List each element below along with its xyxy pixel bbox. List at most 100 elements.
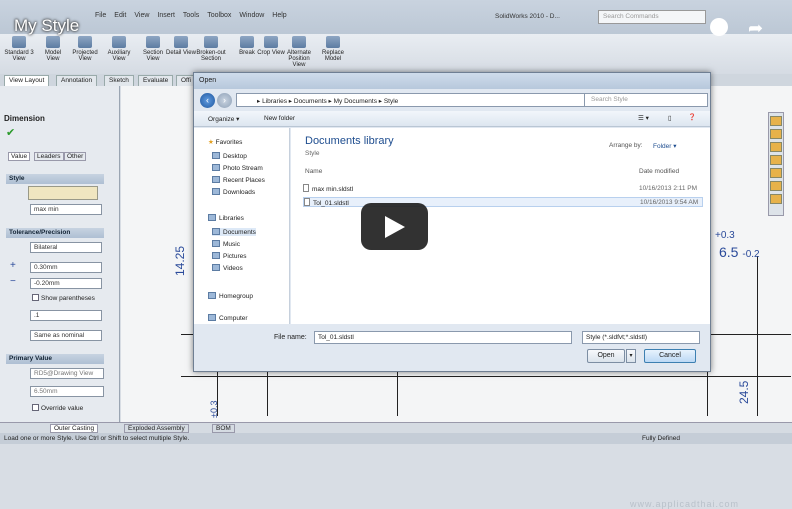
primary-value-header[interactable]: Primary Value xyxy=(6,354,104,364)
search-input[interactable]: Search Style xyxy=(584,93,708,107)
crop-view-button[interactable]: Crop View xyxy=(256,36,286,56)
column-name[interactable]: Name xyxy=(305,168,322,175)
alternate-position-view-button[interactable]: Alternate Position View xyxy=(284,36,314,68)
style-toolbar[interactable] xyxy=(28,186,98,200)
file-row[interactable]: max min.sldstl 10/16/2013 2:11 PM xyxy=(303,184,703,194)
back-arrow-icon[interactable]: ‹ xyxy=(200,93,215,108)
detail-view-button[interactable]: Detail View xyxy=(166,36,196,56)
ok-check-icon[interactable]: ✔ xyxy=(6,126,15,139)
tab-sketch[interactable]: Sketch xyxy=(104,75,134,86)
standard-3-view-button[interactable]: Standard 3 View xyxy=(4,36,34,62)
task-pane-tabs xyxy=(768,112,784,216)
menu-tools[interactable]: Tools xyxy=(183,12,199,26)
preview-pane-icon[interactable]: ▯ xyxy=(668,114,672,122)
nav-videos[interactable]: Videos xyxy=(212,264,243,272)
cancel-button[interactable]: Cancel xyxy=(644,349,696,363)
file-name-input[interactable]: Tol_01.sldstl xyxy=(314,331,572,344)
nav-photo-stream[interactable]: Photo Stream xyxy=(212,164,263,172)
precision-select[interactable]: .1 xyxy=(30,310,102,321)
tolerance-type-select[interactable]: Bilateral xyxy=(30,242,102,253)
nav-recent-places[interactable]: Recent Places xyxy=(212,176,265,184)
projected-view-button[interactable]: Projected View xyxy=(70,36,100,62)
task-pane-icon[interactable] xyxy=(770,181,782,191)
organize-menu[interactable]: Organize ▾ xyxy=(208,115,239,123)
task-pane-icon[interactable] xyxy=(770,155,782,165)
menu-toolbox[interactable]: Toolbox xyxy=(207,12,231,26)
view-icon xyxy=(264,36,278,48)
nav-pictures[interactable]: Pictures xyxy=(212,252,246,260)
task-pane-icon[interactable] xyxy=(770,142,782,152)
plus-icon: + xyxy=(10,260,16,271)
nav-homegroup[interactable]: Homegroup xyxy=(208,292,253,300)
task-pane-icon[interactable] xyxy=(770,129,782,139)
breadcrumb[interactable]: ▸ Libraries ▸ Documents ▸ My Documents ▸… xyxy=(257,97,398,105)
menu-help[interactable]: Help xyxy=(272,12,286,26)
view-icon xyxy=(78,36,92,48)
broken-out-section-button[interactable]: Broken-out Section xyxy=(196,36,226,62)
dimension-value[interactable]: 6.5 -0.2 xyxy=(719,244,760,260)
nav-favorites[interactable]: ★ Favorites xyxy=(208,138,242,146)
forward-arrow-icon[interactable]: › xyxy=(217,93,232,108)
menu-insert[interactable]: Insert xyxy=(157,12,175,26)
auxiliary-view-button[interactable]: Auxiliary View xyxy=(104,36,134,62)
watch-later-icon[interactable] xyxy=(710,18,728,36)
menu-file[interactable]: File xyxy=(95,12,106,26)
new-folder-button[interactable]: New folder xyxy=(264,115,295,122)
minus-tolerance-input[interactable]: -0.20mm xyxy=(30,278,102,289)
search-commands-input[interactable]: Search Commands xyxy=(598,10,706,24)
video-title[interactable]: My Style xyxy=(14,16,79,36)
primary-value-field[interactable]: 6.50mm xyxy=(30,386,104,397)
primary-ref-field: RD5@Drawing View xyxy=(30,368,104,379)
share-icon[interactable]: ➦ xyxy=(748,18,763,39)
dimension-small[interactable]: ±0.3 xyxy=(209,401,219,418)
minus-icon: − xyxy=(10,276,16,287)
nav-computer[interactable]: Computer xyxy=(208,314,248,322)
tab-evaluate[interactable]: Evaluate xyxy=(138,75,174,86)
nav-music[interactable]: Music xyxy=(212,240,240,248)
plus-tolerance-input[interactable]: 0.30mm xyxy=(30,262,102,273)
nav-documents[interactable]: Documents xyxy=(212,228,256,236)
open-button[interactable]: Open xyxy=(587,349,625,363)
subtab-value[interactable]: Value xyxy=(8,152,31,161)
style-section-header[interactable]: Style xyxy=(6,174,104,184)
column-date-modified[interactable]: Date modified xyxy=(639,168,679,175)
style-select[interactable]: max min xyxy=(30,204,102,215)
precision-tolerance-select[interactable]: Same as nominal xyxy=(30,330,102,341)
sheet-tab-bom[interactable]: BOM xyxy=(212,424,235,433)
play-icon xyxy=(385,216,405,238)
task-pane-icon[interactable] xyxy=(770,168,782,178)
help-icon[interactable]: ❓ xyxy=(688,113,696,121)
tolerance-section-header[interactable]: Tolerance/Precision xyxy=(6,228,104,238)
nav-desktop[interactable]: Desktop xyxy=(212,152,247,160)
sheet-tab-exploded-assembly[interactable]: Exploded Assembly xyxy=(124,424,189,433)
model-view-button[interactable]: Model View xyxy=(38,36,68,62)
dimension-vertical-right[interactable]: 24.5 xyxy=(737,381,751,404)
section-view-button[interactable]: Section View xyxy=(138,36,168,62)
view-icon xyxy=(146,36,160,48)
tab-annotation[interactable]: Annotation xyxy=(56,75,98,86)
menu-window[interactable]: Window xyxy=(239,12,264,26)
file-type-select[interactable]: Style (*.sldfvt;*.sldstl) xyxy=(582,331,700,344)
replace-model-button[interactable]: Replace Model xyxy=(318,36,348,62)
dialog-titlebar[interactable] xyxy=(194,73,710,89)
menu-view[interactable]: View xyxy=(134,12,149,26)
task-pane-icon[interactable] xyxy=(770,116,782,126)
nav-downloads[interactable]: Downloads xyxy=(212,188,255,196)
dimension-vertical-left[interactable]: 14.25 xyxy=(173,246,187,276)
show-parentheses-checkbox[interactable]: Show parentheses xyxy=(32,294,95,302)
address-bar[interactable]: ▸ Libraries ▸ Documents ▸ My Documents ▸… xyxy=(236,93,636,107)
nav-libraries[interactable]: Libraries xyxy=(208,214,244,222)
task-pane-icon[interactable] xyxy=(770,194,782,204)
arrange-by-select[interactable]: Folder ▾ xyxy=(653,142,677,150)
view-options-icon[interactable]: ☰ ▾ xyxy=(638,114,649,122)
tab-view-layout[interactable]: View Layout xyxy=(4,75,50,86)
open-dropdown-icon[interactable]: ▾ xyxy=(626,349,636,363)
subtab-leaders[interactable]: Leaders xyxy=(34,152,64,161)
override-value-checkbox[interactable]: Override value xyxy=(32,404,83,412)
menu-edit[interactable]: Edit xyxy=(114,12,126,26)
subtab-other[interactable]: Other xyxy=(64,152,87,161)
dimension-upper-tolerance[interactable]: +0.3 xyxy=(715,230,735,241)
video-play-button[interactable] xyxy=(361,203,428,250)
sheet-tab-outer-casting[interactable]: Outer Casting xyxy=(50,424,99,433)
view-icon xyxy=(204,36,218,48)
